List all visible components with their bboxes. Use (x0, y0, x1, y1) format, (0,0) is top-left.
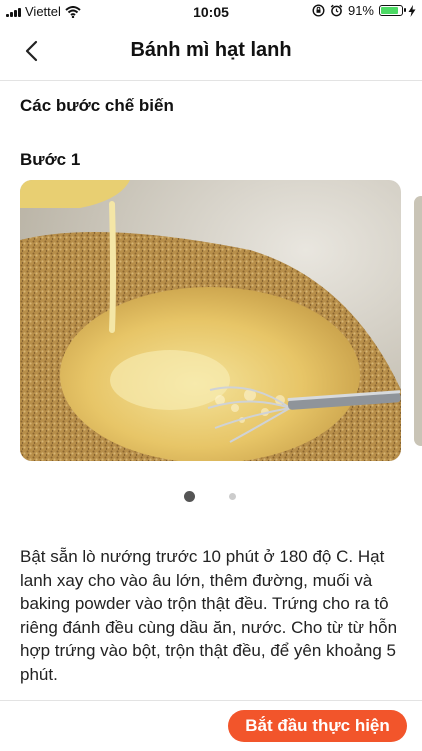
charging-icon (408, 4, 416, 17)
status-bar: Viettel 10:05 91% (0, 0, 422, 24)
carousel-dot-active[interactable] (184, 491, 195, 502)
nav-bar: Bánh mì hạt lanh (0, 24, 422, 81)
section-title: Các bước chế biến (20, 96, 174, 115)
battery-icon (379, 5, 406, 16)
status-right: 91% (312, 3, 416, 18)
next-photo-peek[interactable] (414, 196, 422, 446)
orientation-lock-icon (312, 4, 325, 17)
start-cooking-button[interactable]: Bắt đầu thực hiện (228, 710, 407, 742)
step-photo[interactable] (20, 180, 401, 461)
carousel-dot[interactable] (229, 493, 236, 500)
alarm-icon (330, 4, 343, 17)
page-title: Bánh mì hạt lanh (130, 39, 292, 61)
battery-percent: 91% (347, 3, 374, 18)
step-title: Bước 1 (20, 150, 81, 169)
carousel-pagination (0, 491, 422, 503)
flaxseed-batter-image (20, 180, 401, 461)
step-description: Bật sẵn lò nướng trước 10 phút ở 180 độ … (20, 547, 398, 684)
